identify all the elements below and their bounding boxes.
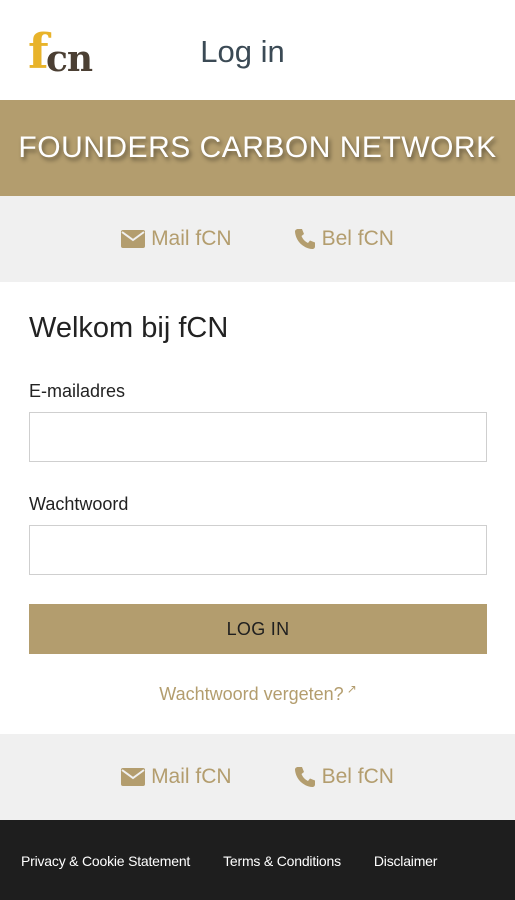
phone-icon <box>294 767 315 787</box>
mail-fcn-link-bottom[interactable]: Mail fCN <box>121 765 232 789</box>
envelope-icon <box>121 768 146 786</box>
mail-fcn-label: Mail fCN <box>151 227 232 250</box>
contact-bar-bottom: Mail fCN Bel fCN <box>0 734 515 820</box>
phone-icon <box>294 229 315 249</box>
page-title-text: Log in <box>200 34 285 69</box>
password-group: Wachtwoord <box>29 494 487 575</box>
email-field[interactable] <box>29 412 487 462</box>
contact-bar-top: Mail fCN Bel fCN <box>0 196 515 282</box>
brand-banner: FOUNDERS CARBON NETWORK <box>0 100 515 196</box>
forgot-password: Wachtwoord vergeten? ↗ <box>29 682 487 705</box>
email-label: E-mailadres <box>29 381 126 401</box>
brand-name: FOUNDERS CARBON NETWORK <box>18 131 497 164</box>
footer-link-terms[interactable]: Terms & Conditions <box>223 853 341 869</box>
email-group: E-mailadres <box>29 381 487 462</box>
mail-fcn-label: Mail fCN <box>151 765 232 788</box>
external-link-icon: ↗ <box>346 682 357 696</box>
envelope-icon <box>121 230 146 248</box>
password-label: Wachtwoord <box>29 494 129 514</box>
page-title: Log in <box>0 34 515 70</box>
welcome-heading: Welkom bij fCN <box>29 312 229 344</box>
login-button[interactable]: LOG IN <box>29 604 487 654</box>
call-fcn-link[interactable]: Bel fCN <box>294 227 394 251</box>
password-field[interactable] <box>29 525 487 575</box>
call-fcn-label: Bel fCN <box>321 227 394 250</box>
forgot-password-link[interactable]: Wachtwoord vergeten? <box>159 684 343 704</box>
mail-fcn-link[interactable]: Mail fCN <box>121 227 232 251</box>
footer-link-disclaimer[interactable]: Disclaimer <box>374 853 438 869</box>
call-fcn-link-bottom[interactable]: Bel fCN <box>294 765 394 789</box>
header: f cn Log in <box>0 0 515 100</box>
login-form: Welkom bij fCN E-mailadres Wachtwoord LO… <box>0 282 515 734</box>
call-fcn-label: Bel fCN <box>321 765 394 788</box>
footer-link-privacy[interactable]: Privacy & Cookie Statement <box>21 853 190 869</box>
footer: Privacy & Cookie Statement Terms & Condi… <box>0 820 515 900</box>
